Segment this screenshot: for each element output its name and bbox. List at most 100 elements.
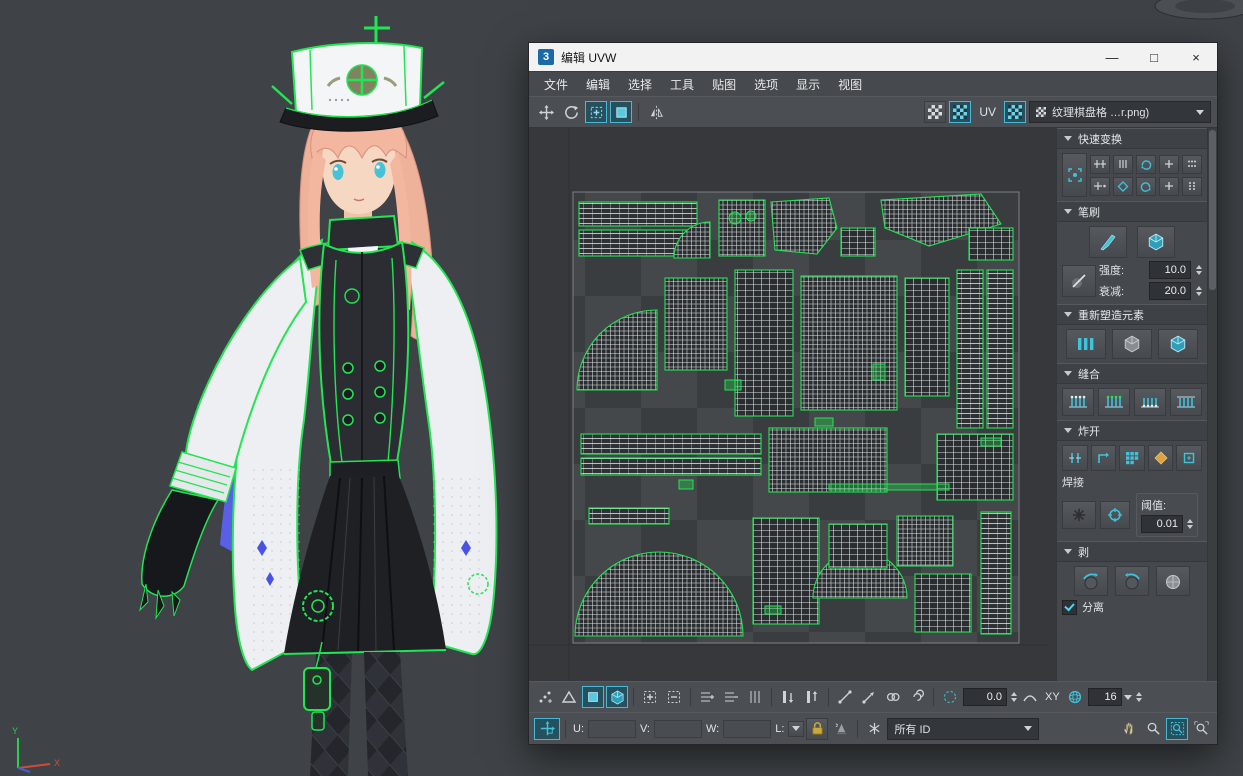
detach-edge-button[interactable] xyxy=(1090,445,1117,471)
falloff-field[interactable]: 20.0 xyxy=(1149,282,1191,300)
menu-view[interactable]: 视图 xyxy=(829,72,871,96)
minimize-button[interactable]: — xyxy=(1091,43,1133,71)
menu-edit[interactable]: 编辑 xyxy=(577,72,619,96)
filter-faces-button[interactable] xyxy=(830,718,852,740)
w-field[interactable] xyxy=(723,719,772,738)
scale-mode-button[interactable] xyxy=(610,101,632,123)
l-toggle[interactable] xyxy=(788,720,805,737)
menu-options[interactable]: 选项 xyxy=(745,72,787,96)
titlebar[interactable]: 3 编辑 UVW — □ × xyxy=(529,43,1217,71)
paint-move-brush-button[interactable] xyxy=(1089,226,1127,258)
stitch-average-button[interactable] xyxy=(1098,388,1130,416)
weld-selected-button[interactable] xyxy=(1062,501,1096,529)
spacing-button[interactable] xyxy=(1090,176,1110,196)
snap-grid-button[interactable] xyxy=(1159,176,1179,196)
face-subobject-button[interactable] xyxy=(582,686,604,708)
uv-space-button[interactable] xyxy=(1064,686,1086,708)
stitch-source-button[interactable] xyxy=(1134,388,1166,416)
pelt-map-button[interactable] xyxy=(1156,566,1190,596)
menu-select[interactable]: 选择 xyxy=(619,72,661,96)
straighten-button[interactable] xyxy=(1066,329,1106,359)
rollout-header-reshape[interactable]: 重新塑造元素 xyxy=(1057,304,1207,325)
zoom-extents-button[interactable] xyxy=(1166,717,1188,740)
show-map-button[interactable] xyxy=(924,101,947,123)
rollout-header-explode[interactable]: 炸开 xyxy=(1057,420,1207,441)
pan-button[interactable] xyxy=(1118,718,1140,740)
rotate-cw-button[interactable] xyxy=(1136,154,1156,174)
angle-snap-button[interactable] xyxy=(939,686,961,708)
loop-shrink-button[interactable] xyxy=(720,686,742,708)
stitch-target-button[interactable] xyxy=(1170,388,1202,416)
texture-display-button[interactable] xyxy=(1004,101,1026,123)
rotate-ccw-button[interactable] xyxy=(1136,176,1156,196)
align-horizontal-button[interactable] xyxy=(1090,154,1110,174)
soft-selection-button[interactable] xyxy=(534,686,556,708)
flatten-polygon-button[interactable] xyxy=(1147,445,1174,471)
zoom-button[interactable] xyxy=(1142,718,1164,740)
shrink-selection-button[interactable] xyxy=(663,686,685,708)
close-button[interactable]: × xyxy=(1175,43,1217,71)
edge-draw-button[interactable] xyxy=(834,686,856,708)
lasso-select-button[interactable] xyxy=(558,686,580,708)
flatten-grid-button[interactable] xyxy=(1119,445,1145,471)
absolute-mode-button[interactable] xyxy=(534,717,560,740)
peel-mode-button[interactable] xyxy=(1115,566,1149,596)
target-weld-button[interactable] xyxy=(1100,501,1130,529)
threshold-spinner[interactable] xyxy=(1187,519,1193,529)
uv-canvas[interactable] xyxy=(529,128,1056,681)
align-element-button[interactable] xyxy=(1113,176,1133,196)
stitch-custom-button[interactable] xyxy=(1062,388,1094,416)
rectify-element-button[interactable] xyxy=(1158,329,1198,359)
break-button[interactable] xyxy=(1062,445,1088,471)
unlink-selection-button[interactable] xyxy=(906,686,928,708)
snap-plus-button[interactable] xyxy=(1159,154,1179,174)
angle-field[interactable]: 0.0 xyxy=(963,688,1007,706)
maximize-button[interactable]: □ xyxy=(1133,43,1175,71)
menu-tools[interactable]: 工具 xyxy=(661,72,703,96)
rotate-tool-button[interactable] xyxy=(560,101,582,123)
curve-mode-button[interactable] xyxy=(1019,686,1041,708)
grow-selection-button[interactable] xyxy=(639,686,661,708)
freeze-button[interactable] xyxy=(863,718,885,740)
falloff-spinner[interactable] xyxy=(1196,286,1202,296)
flatten-custom-button[interactable] xyxy=(1176,445,1202,471)
texture-dropdown[interactable]: 纹理棋盘格 …r.png) xyxy=(1029,101,1211,123)
menu-mapping[interactable]: 贴图 xyxy=(703,72,745,96)
edge-extend-button[interactable] xyxy=(858,686,880,708)
scrollbar-thumb[interactable] xyxy=(1209,130,1216,290)
grid-size-spinner[interactable] xyxy=(1135,692,1142,702)
panel-scrollbar[interactable] xyxy=(1207,128,1217,681)
rollout-header-brush[interactable]: 笔刷 xyxy=(1057,201,1207,222)
u-field[interactable] xyxy=(588,719,636,738)
distribute-b-button[interactable] xyxy=(1182,176,1202,196)
loop-grow-button[interactable] xyxy=(696,686,718,708)
transform-anchor-button[interactable] xyxy=(1062,153,1087,197)
material-id-filter[interactable]: 所有 ID xyxy=(887,717,1040,740)
freeform-mode-button[interactable] xyxy=(585,101,607,123)
angle-spinner[interactable] xyxy=(1011,692,1017,702)
rollout-header-peel[interactable]: 剥 xyxy=(1057,541,1207,562)
rollout-header-stitch[interactable]: 缝合 xyxy=(1057,363,1207,384)
lock-selection-button[interactable] xyxy=(806,717,829,740)
v-field[interactable] xyxy=(654,719,702,738)
distribute-a-button[interactable] xyxy=(1182,154,1202,174)
move-tool-button[interactable] xyxy=(535,101,557,123)
rollout-header-quick-transform[interactable]: 快速变换 xyxy=(1057,128,1207,149)
falloff-curve-button[interactable] xyxy=(1062,264,1096,297)
menu-file[interactable]: 文件 xyxy=(535,72,577,96)
align-to-pivot-button[interactable] xyxy=(801,686,823,708)
align-to-edge-button[interactable] xyxy=(777,686,799,708)
grid-size-field[interactable]: 16 xyxy=(1087,688,1122,706)
align-vertical-button[interactable] xyxy=(1113,154,1133,174)
quick-peel-button[interactable] xyxy=(1074,566,1108,596)
link-selection-button[interactable] xyxy=(882,686,904,708)
threshold-field[interactable]: 0.01 xyxy=(1141,515,1183,533)
relax-brush-button[interactable] xyxy=(1137,226,1175,258)
zoom-region-button[interactable] xyxy=(1190,718,1212,740)
separate-checkbox[interactable] xyxy=(1062,599,1077,615)
mirror-tool-button[interactable] xyxy=(645,101,667,123)
strength-spinner[interactable] xyxy=(1196,265,1202,275)
element-subobject-button[interactable] xyxy=(606,686,628,708)
menu-display[interactable]: 显示 xyxy=(787,72,829,96)
strength-field[interactable]: 10.0 xyxy=(1149,261,1191,279)
